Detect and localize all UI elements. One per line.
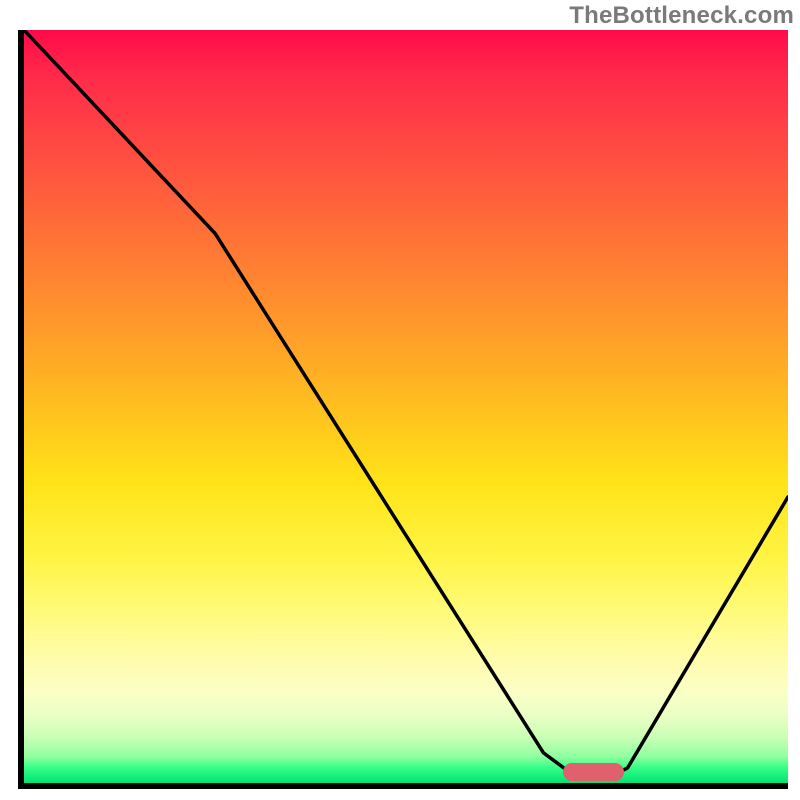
watermark-text: TheBottleneck.com (569, 2, 794, 30)
chart-marker (563, 763, 624, 781)
chart-curve (24, 30, 788, 783)
plot-area (18, 30, 788, 789)
